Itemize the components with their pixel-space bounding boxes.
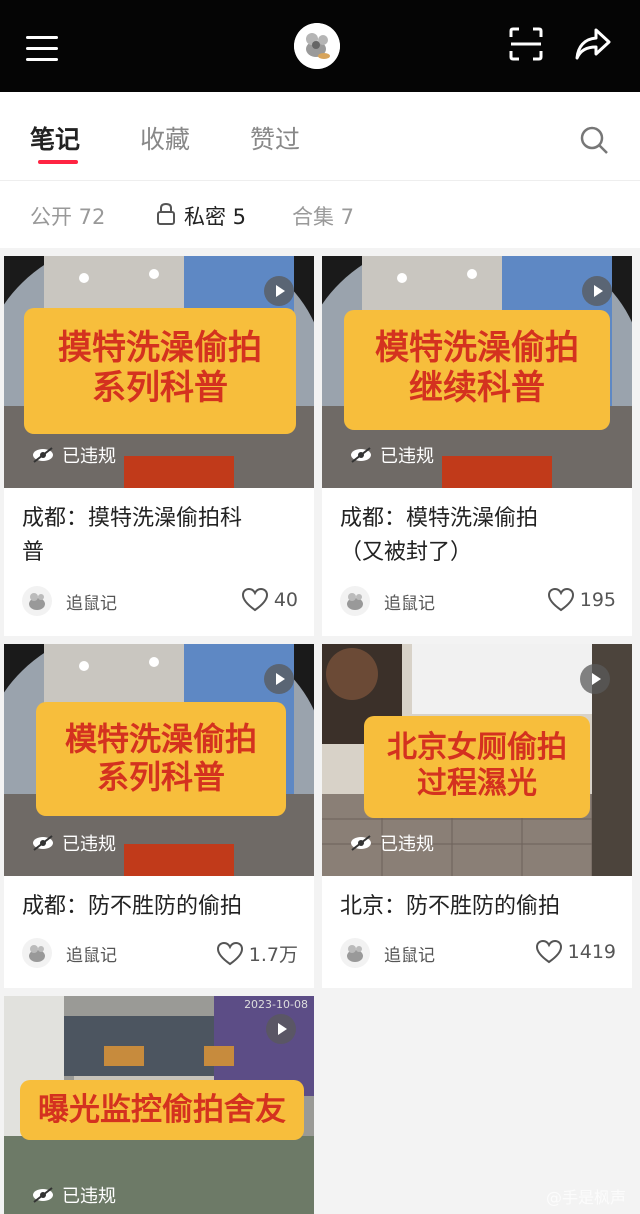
author-avatar (22, 586, 52, 616)
video-play-icon (264, 664, 294, 694)
note-card[interactable]: 摸特洗澡偷拍 系列科普 已违规 成都：摸特洗澡偷拍科普 追鼠记 40 (4, 256, 314, 636)
heart-icon (216, 941, 243, 965)
violation-badge: 已违规 (32, 1182, 116, 1208)
lock-icon (157, 202, 175, 225)
video-play-icon (580, 664, 610, 694)
note-card[interactable]: 模特洗澡偷拍 系列科普 已违规 成都：防不胜防的偷拍 追鼠记 1.7万 (4, 644, 314, 988)
scan-icon[interactable] (508, 26, 544, 62)
filter-public[interactable]: 公开 72 (30, 201, 105, 231)
violation-badge: 已违规 (32, 830, 116, 856)
top-bar (0, 0, 640, 92)
note-title: 成都：模特洗澡偷拍 （又被封了） (340, 506, 539, 565)
author-avatar (340, 586, 370, 616)
video-play-icon (264, 276, 294, 306)
active-tab-indicator (38, 160, 78, 164)
note-card[interactable]: 模特洗澡偷拍 继续科普 已违规 成都：模特洗澡偷拍 （又被封了） 追鼠记 195 (322, 256, 632, 636)
note-title: 成都：防不胜防的偷拍 (22, 894, 243, 919)
violation-badge: 已违规 (350, 442, 434, 468)
tab-bar: 笔记 收藏 赞过 (0, 92, 640, 180)
video-timestamp: 2023-10-08 (244, 998, 308, 1011)
note-card[interactable]: 北京女厕偷拍 过程濕光 已违规 北京：防不胜防的偷拍 追鼠记 1419 (322, 644, 632, 988)
violation-badge: 已违规 (32, 442, 116, 468)
heart-icon (535, 940, 562, 964)
author-avatar (22, 938, 52, 968)
note-title: 成都：摸特洗澡偷拍科普 (22, 506, 243, 565)
watermark: @手是枫声 (545, 1188, 626, 1207)
menu-icon[interactable] (26, 36, 58, 62)
filter-collections[interactable]: 合集 7 (292, 201, 354, 231)
share-icon[interactable] (574, 26, 612, 62)
heart-icon (241, 588, 268, 612)
video-play-icon (582, 276, 612, 306)
note-author[interactable]: 追鼠记 (22, 586, 117, 616)
note-author[interactable]: 追鼠记 (340, 938, 435, 968)
thumbnail-banner: 曝光监控偷拍舍友 (20, 1080, 304, 1140)
note-thumbnail: 模特洗澡偷拍 继续科普 已违规 (322, 256, 632, 488)
thumbnail-banner: 模特洗澡偷拍 继续科普 (344, 310, 610, 430)
note-author[interactable]: 追鼠记 (22, 938, 117, 968)
note-thumbnail: 北京女厕偷拍 过程濕光 已违规 (322, 644, 632, 876)
like-count[interactable]: 40 (241, 588, 298, 612)
thumbnail-banner: 模特洗澡偷拍 系列科普 (36, 702, 286, 816)
tab-liked[interactable]: 赞过 (250, 120, 300, 156)
note-thumbnail: 摸特洗澡偷拍 系列科普 已违规 (4, 256, 314, 488)
video-play-icon (266, 1014, 296, 1044)
like-count[interactable]: 195 (547, 588, 616, 612)
avatar[interactable] (294, 23, 340, 69)
tab-collections[interactable]: 收藏 (140, 120, 190, 156)
filter-private[interactable]: 私密 5 (184, 201, 246, 231)
heart-icon (547, 588, 574, 612)
violation-badge: 已违规 (350, 830, 434, 856)
like-count[interactable]: 1.7万 (216, 940, 298, 967)
like-count[interactable]: 1419 (535, 940, 616, 964)
filter-bar: 公开 72 私密 5 合集 7 (0, 180, 640, 248)
note-title: 北京：防不胜防的偷拍 (340, 894, 561, 919)
thumbnail-banner: 北京女厕偷拍 过程濕光 (364, 716, 590, 818)
thumbnail-banner: 摸特洗澡偷拍 系列科普 (24, 308, 296, 434)
search-icon[interactable] (578, 124, 610, 156)
tab-notes[interactable]: 笔记 (30, 120, 80, 156)
note-author[interactable]: 追鼠记 (340, 586, 435, 616)
note-card[interactable]: 2023-10-08 曝光监控偷拍舍友 已违规 (4, 996, 314, 1214)
note-thumbnail: 2023-10-08 曝光监控偷拍舍友 已违规 (4, 996, 314, 1214)
author-avatar (340, 938, 370, 968)
note-thumbnail: 模特洗澡偷拍 系列科普 已违规 (4, 644, 314, 876)
